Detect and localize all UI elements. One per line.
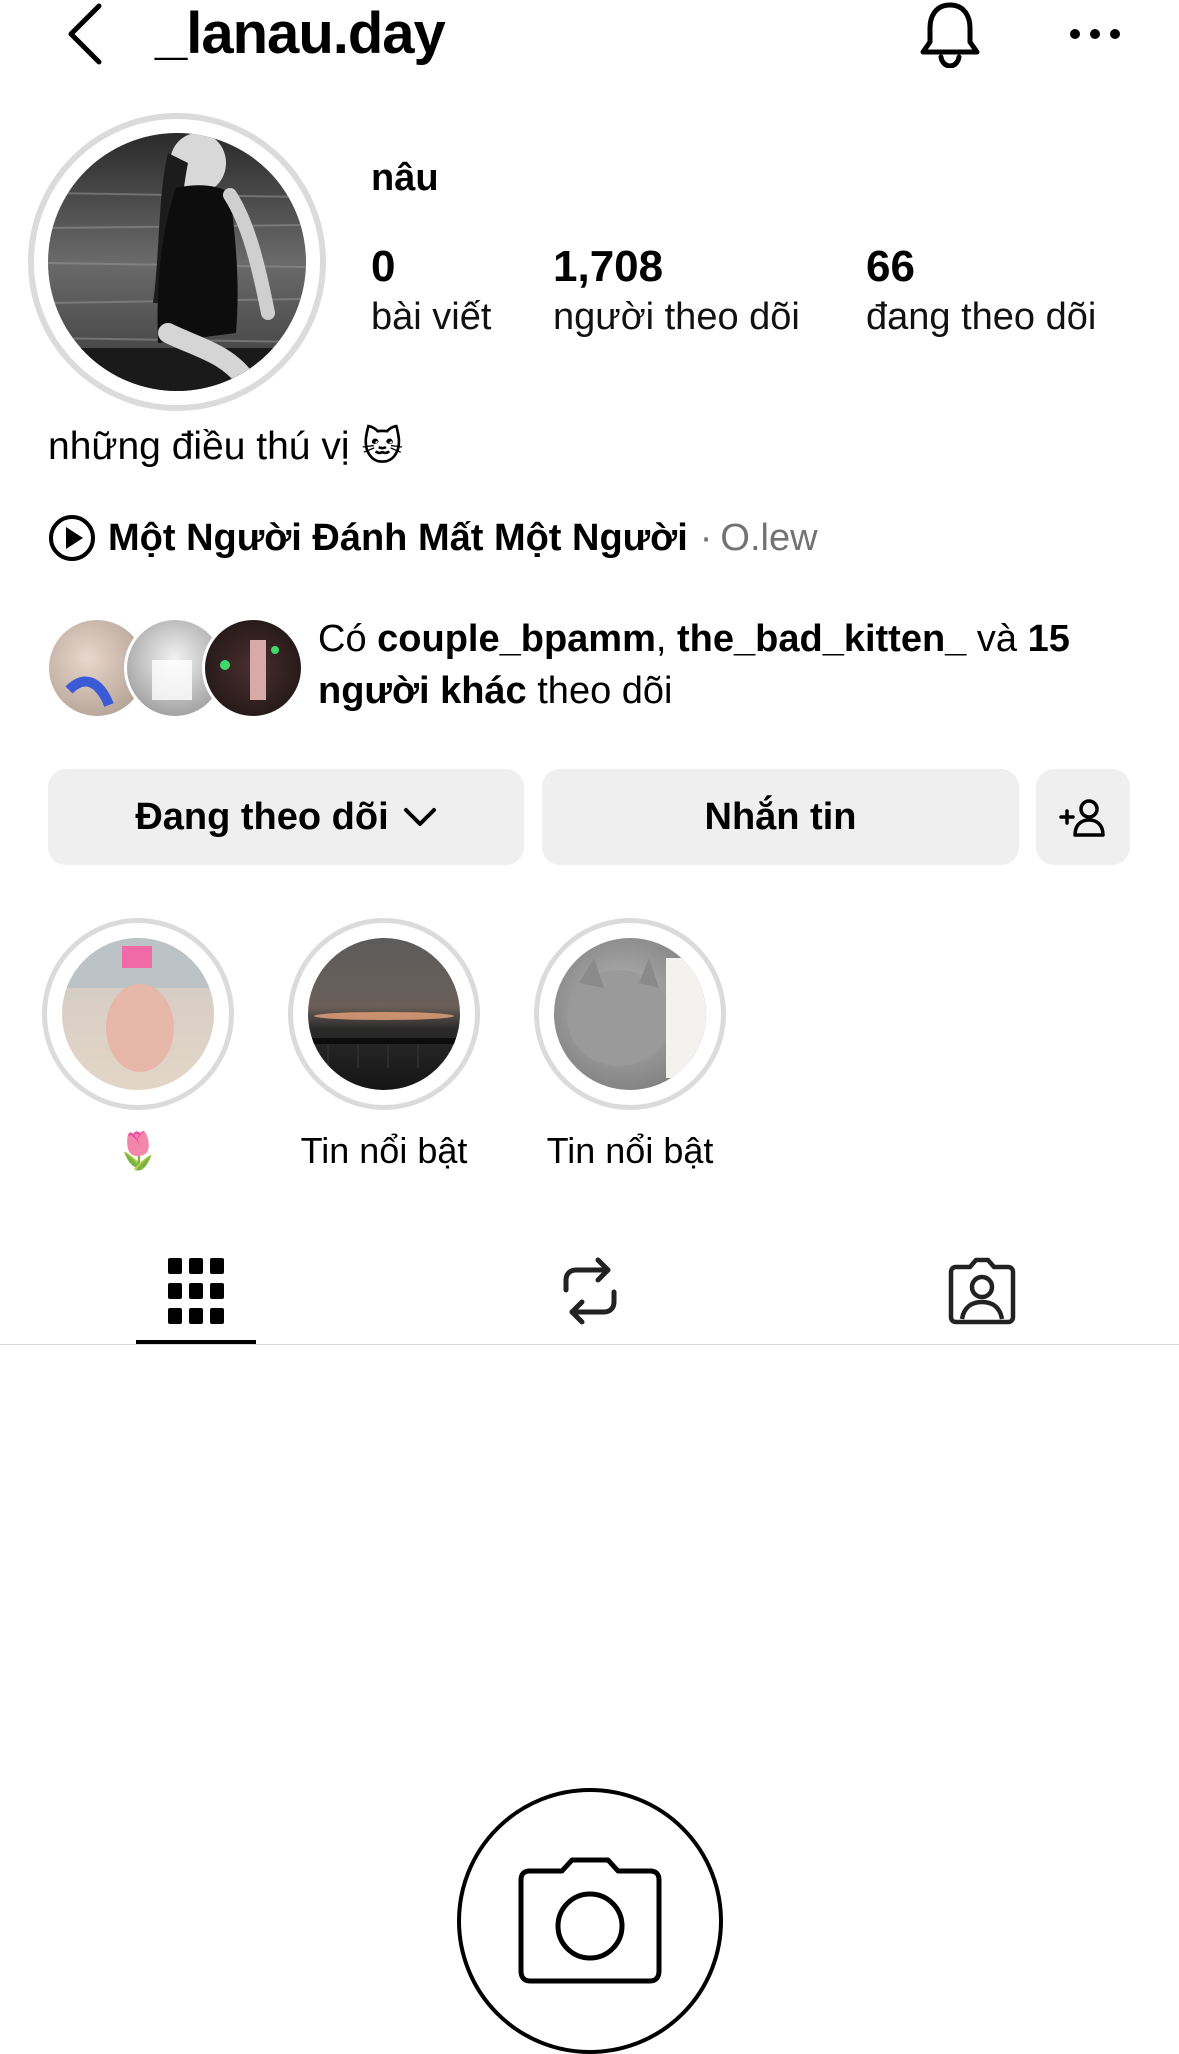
stat-followers[interactable]: 1,708 người theo dõi: [553, 241, 800, 341]
chevron-left-icon: [68, 3, 102, 65]
chevron-down-icon: [403, 808, 436, 826]
highlight-label: 🌷: [115, 1130, 161, 1171]
following-button-label: Đang theo dõi: [135, 795, 389, 838]
highlight-ring: [534, 918, 726, 1110]
reels-repost-icon: [563, 1257, 617, 1325]
bio-text: những điều thú vị: [48, 425, 350, 468]
highlight-cover: [62, 938, 214, 1090]
grid-icon: [168, 1258, 224, 1324]
music-artist: O.lew: [720, 516, 818, 559]
tabs-divider: [0, 1344, 1179, 1345]
message-button[interactable]: Nhắn tin: [542, 769, 1019, 865]
profile-avatar[interactable]: [28, 113, 326, 411]
mutual-user-1[interactable]: couple_bpamm: [377, 618, 656, 660]
bell-icon: [920, 2, 980, 68]
mutual-avatar: [202, 617, 304, 719]
highlight-ring: [288, 918, 480, 1110]
cat-emoji-icon: 🐱: [361, 425, 404, 469]
highlight-label: Tin nổi bật: [300, 1130, 468, 1171]
empty-posts-camera: [457, 1788, 723, 2054]
mutual-and: và: [976, 618, 1018, 660]
profile-music[interactable]: Một Người Đánh Mất Một Người · O.lew: [48, 512, 818, 564]
mutual-followers-text[interactable]: Có couple_bpamm, the_bad_kitten_ và 15 n…: [318, 613, 1138, 717]
highlight-cover: [308, 938, 460, 1090]
stat-following-value: 66: [866, 242, 915, 291]
suggest-users-button[interactable]: [1036, 769, 1130, 865]
stat-followers-label: người theo dõi: [553, 296, 800, 338]
highlight-item[interactable]: 🌷: [40, 918, 236, 1172]
back-button[interactable]: [50, 0, 120, 68]
following-button[interactable]: Đang theo dõi: [48, 769, 524, 865]
more-options-button[interactable]: [1060, 6, 1130, 62]
highlight-label: Tin nổi bật: [546, 1130, 714, 1171]
mutual-prefix: Có: [318, 618, 367, 660]
highlight-item[interactable]: Tin nổi bật: [532, 918, 728, 1172]
tab-posts-grid[interactable]: [96, 1236, 296, 1346]
display-name: nâu: [371, 157, 439, 199]
camera-icon: [518, 1857, 662, 1984]
add-person-icon: [1059, 799, 1105, 837]
stat-following-label: đang theo dõi: [866, 296, 1097, 338]
message-button-label: Nhắn tin: [704, 795, 857, 838]
highlight-cover: [554, 938, 706, 1090]
stat-following[interactable]: 66 đang theo dõi: [866, 241, 1096, 341]
tagged-icon: [948, 1257, 1016, 1325]
play-circle-icon: [49, 515, 95, 561]
mutual-suffix: theo dõi: [537, 670, 673, 712]
stat-posts: 0 bài viết: [371, 241, 491, 341]
stat-posts-value: 0: [371, 242, 396, 291]
tab-reposts[interactable]: [490, 1236, 690, 1346]
mutual-followers-avatars[interactable]: [46, 617, 304, 719]
profile-username: _lanau.day: [155, 1, 446, 66]
bio: những điều thú vị 🐱: [48, 424, 403, 470]
avatar-photo: [48, 133, 306, 391]
music-title: Một Người Đánh Mất Một Người: [108, 516, 688, 559]
notifications-button[interactable]: [910, 0, 990, 70]
music-separator: ·: [699, 516, 713, 559]
mutual-user-2[interactable]: the_bad_kitten_: [677, 618, 966, 660]
ellipsis-icon: [1070, 29, 1120, 39]
highlight-ring: [42, 918, 234, 1110]
stat-posts-label: bài viết: [371, 296, 492, 338]
stat-followers-value: 1,708: [553, 242, 664, 291]
mutual-comma: ,: [655, 618, 667, 660]
highlight-item[interactable]: Tin nổi bật: [286, 918, 482, 1172]
tab-tagged[interactable]: [882, 1236, 1082, 1346]
